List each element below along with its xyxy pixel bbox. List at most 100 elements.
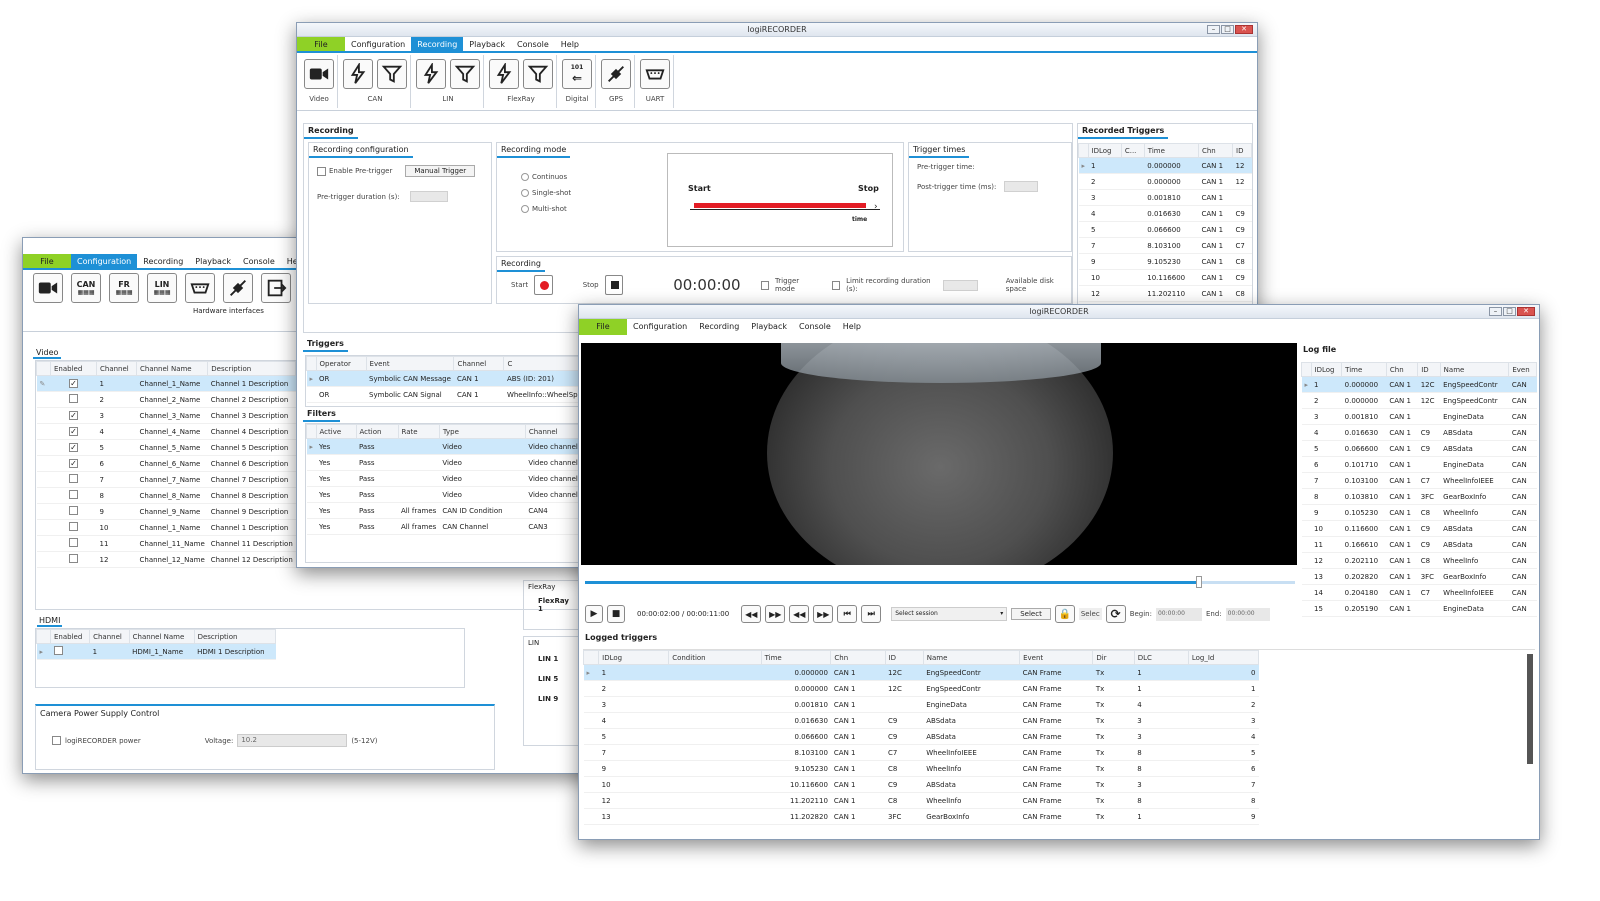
flexray-filter-icon[interactable] — [523, 59, 553, 89]
record-start-button[interactable] — [534, 275, 553, 295]
digital-icon[interactable]: 101 ⇐ — [562, 59, 592, 89]
mode-multi-shot-radio[interactable] — [521, 205, 529, 213]
table-row[interactable]: 4 0.016630 CAN 1 C9 ABSdata CAN — [1301, 424, 1537, 441]
table-row[interactable]: 12 0.202110 CAN 1 C8 WheelInfo CAN — [1301, 552, 1537, 569]
table-row[interactable]: 3 0.001810 CAN 1 EngineData CAN Frame Tx 4 2 — [583, 696, 1259, 713]
video-enabled-checkbox[interactable] — [69, 506, 78, 515]
flt-col-action[interactable]: Action — [355, 424, 399, 439]
table-row[interactable]: 2 0.000000 CAN 1 12C EngSpeedContr CAN — [1301, 392, 1537, 409]
video-camera-icon[interactable] — [304, 59, 334, 89]
menu-file[interactable]: File — [297, 37, 345, 51]
can-icon[interactable]: CAN ▦▦▦ — [71, 273, 101, 303]
menu-recording[interactable]: Recording — [411, 37, 464, 51]
table-row[interactable]: 11 0.166610 CAN 1 C9 ABSdata CAN — [1301, 536, 1537, 553]
rt-col-time[interactable]: Time — [1143, 143, 1199, 158]
video-enabled-checkbox[interactable] — [69, 538, 78, 547]
table-row[interactable]: Yes Pass Video Video channel — [306, 486, 594, 503]
menu-recording[interactable]: Recording — [137, 254, 189, 268]
limit-duration-checkbox[interactable] — [831, 280, 841, 290]
skip-end-icon[interactable]: ⏭ — [861, 605, 882, 623]
table-row[interactable]: ▸ 1 0.000000 CAN 1 12 — [1078, 157, 1252, 174]
menu-playback[interactable]: Playback — [745, 319, 793, 335]
trig-col-channel[interactable]: Channel — [453, 356, 505, 371]
play-icon[interactable]: ▶ — [585, 605, 603, 623]
table-row[interactable]: 13 0.202820 CAN 1 3FC GearBoxInfo CAN — [1301, 568, 1537, 585]
lt-col-dlc[interactable]: DLC — [1133, 650, 1189, 665]
lf-col-chn[interactable]: Chn — [1385, 362, 1419, 377]
lin-filter-icon[interactable] — [450, 59, 480, 89]
video-enabled-checkbox[interactable]: ✓ — [69, 427, 78, 436]
lt-col-condition[interactable]: Condition — [668, 650, 762, 665]
lf-col-event[interactable]: Even — [1508, 362, 1537, 377]
table-row[interactable]: ▸ 1 0.000000 CAN 1 12C EngSpeedContr CAN — [1301, 376, 1537, 393]
video-enabled-checkbox[interactable]: ✓ — [69, 411, 78, 420]
table-row[interactable]: 7 8.103100 CAN 1 C7 WheelInfoIEEE CAN Frame Tx… — [583, 744, 1259, 761]
table-row[interactable]: ▸ 1 HDMI_1_Name HDMI 1 Description — [36, 643, 276, 660]
lt-col-dir[interactable]: Dir — [1092, 650, 1135, 665]
digital-icon[interactable] — [261, 273, 291, 303]
timeline-thumb[interactable] — [1195, 576, 1202, 588]
table-row[interactable]: Yes Pass Video Video channel — [306, 470, 594, 487]
video-enabled-checkbox[interactable] — [69, 474, 78, 483]
flexray-trigger-icon[interactable] — [489, 59, 519, 89]
video-enabled-checkbox[interactable] — [69, 522, 78, 531]
table-row[interactable]: 13 11.202820 CAN 1 3FC GearBoxInfo CAN Frame T… — [583, 808, 1259, 825]
flexray-icon[interactable]: FR ▦▦▦ — [109, 273, 139, 303]
timeline-slider[interactable] — [585, 575, 1295, 589]
col-channel[interactable]: Channel — [96, 361, 137, 376]
table-row[interactable]: 2 0.000000 CAN 1 12 — [1078, 173, 1252, 190]
hdmi-col-channel[interactable]: Channel — [89, 629, 130, 644]
video-enabled-checkbox[interactable]: ✓ — [69, 459, 78, 468]
hdmi-col-description[interactable]: Description — [193, 629, 277, 644]
flt-col-type[interactable]: Type — [438, 424, 526, 439]
lt-col-idlog[interactable]: IDLog — [598, 650, 670, 665]
select-button[interactable]: Select — [1011, 608, 1051, 620]
menu-configuration[interactable]: Configuration — [71, 254, 138, 268]
can-filter-icon[interactable] — [377, 59, 407, 89]
hdmi-col-enabled[interactable]: Enabled — [49, 629, 91, 644]
step-forward-icon[interactable]: ▶▶ — [813, 605, 834, 623]
mode-single-shot-radio[interactable] — [521, 189, 529, 197]
table-row[interactable]: 10 10.116600 CAN 1 C9 ABSdata CAN Frame Tx 3 7 — [583, 776, 1259, 793]
close-button[interactable]: ✕ — [1517, 307, 1535, 316]
col-description[interactable]: Description — [207, 361, 297, 376]
col-enabled[interactable]: Enabled — [50, 361, 97, 376]
menu-help[interactable]: Help — [837, 319, 867, 335]
voltage-input[interactable]: 10.2 — [237, 734, 348, 747]
table-row[interactable]: 4 0.016630 CAN 1 C9 ABSdata CAN Frame Tx 3 3 — [583, 712, 1259, 729]
begin-input[interactable]: 00:00:00 — [1155, 607, 1202, 621]
table-row[interactable]: Yes Pass All frames CAN Channel CAN3 — [306, 518, 594, 535]
table-row[interactable]: 9 0.105230 CAN 1 C8 WheelInfo CAN — [1301, 504, 1537, 521]
menu-help[interactable]: Help — [555, 37, 585, 51]
flt-col-active[interactable]: Active — [315, 424, 357, 439]
enable-pretrigger-checkbox[interactable] — [317, 166, 326, 176]
table-row[interactable]: 6 0.101710 CAN 1 EngineData CAN — [1301, 456, 1537, 473]
menu-recording[interactable]: Recording — [693, 319, 745, 335]
end-input[interactable]: 00:00:00 — [1225, 607, 1270, 621]
menu-file[interactable]: File — [23, 254, 71, 268]
lt-col-event[interactable]: Event — [1019, 650, 1094, 665]
trigger-mode-checkbox[interactable] — [760, 280, 770, 290]
table-row[interactable]: 3 0.001810 CAN 1 — [1078, 189, 1252, 206]
lin-trigger-icon[interactable] — [416, 59, 446, 89]
rewind-icon[interactable]: ◀◀ — [741, 605, 762, 623]
video-enabled-checkbox[interactable]: ✓ — [69, 443, 78, 452]
lf-col-name[interactable]: Name — [1439, 362, 1510, 377]
video-enabled-checkbox[interactable] — [69, 394, 78, 403]
rt-col-id[interactable]: ID — [1232, 143, 1252, 158]
lock-icon[interactable]: 🔒 — [1054, 605, 1075, 623]
video-enabled-checkbox[interactable]: ✓ — [69, 379, 78, 388]
select-session-dropdown[interactable]: Select session ▾ — [891, 607, 1008, 621]
lt-col-name[interactable]: Name — [922, 650, 1021, 665]
flt-col-rate[interactable]: Rate — [397, 424, 440, 439]
minimize-button[interactable]: – — [1489, 307, 1502, 316]
lt-col-logid[interactable]: Log_Id — [1187, 650, 1260, 665]
skip-start-icon[interactable]: ⏮ — [837, 605, 858, 623]
menu-console[interactable]: Console — [511, 37, 555, 51]
table-row[interactable]: 5 0.066600 CAN 1 C9 ABSdata CAN — [1301, 440, 1537, 457]
table-row[interactable]: 12 11.202110 CAN 1 C8 — [1078, 285, 1252, 302]
menu-configuration[interactable]: Configuration — [345, 37, 411, 51]
col-channel-name[interactable]: Channel Name — [135, 361, 209, 376]
table-row[interactable]: 10 10.116600 CAN 1 C9 — [1078, 269, 1252, 286]
table-row[interactable]: 2 0.000000 CAN 1 12C EngSpeedContr CAN Frame T… — [583, 680, 1259, 697]
